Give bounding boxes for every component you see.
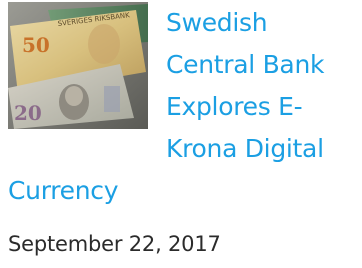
article-date: September 22, 2017	[8, 232, 221, 256]
thumbnail-spacer	[8, 2, 166, 166]
article-headline-link[interactable]: Swedish Central Bank Explores E-Krona Di…	[8, 2, 362, 212]
article-card: 50 SVERIGES RIKSBANK 20 Swedish Central …	[0, 0, 362, 268]
